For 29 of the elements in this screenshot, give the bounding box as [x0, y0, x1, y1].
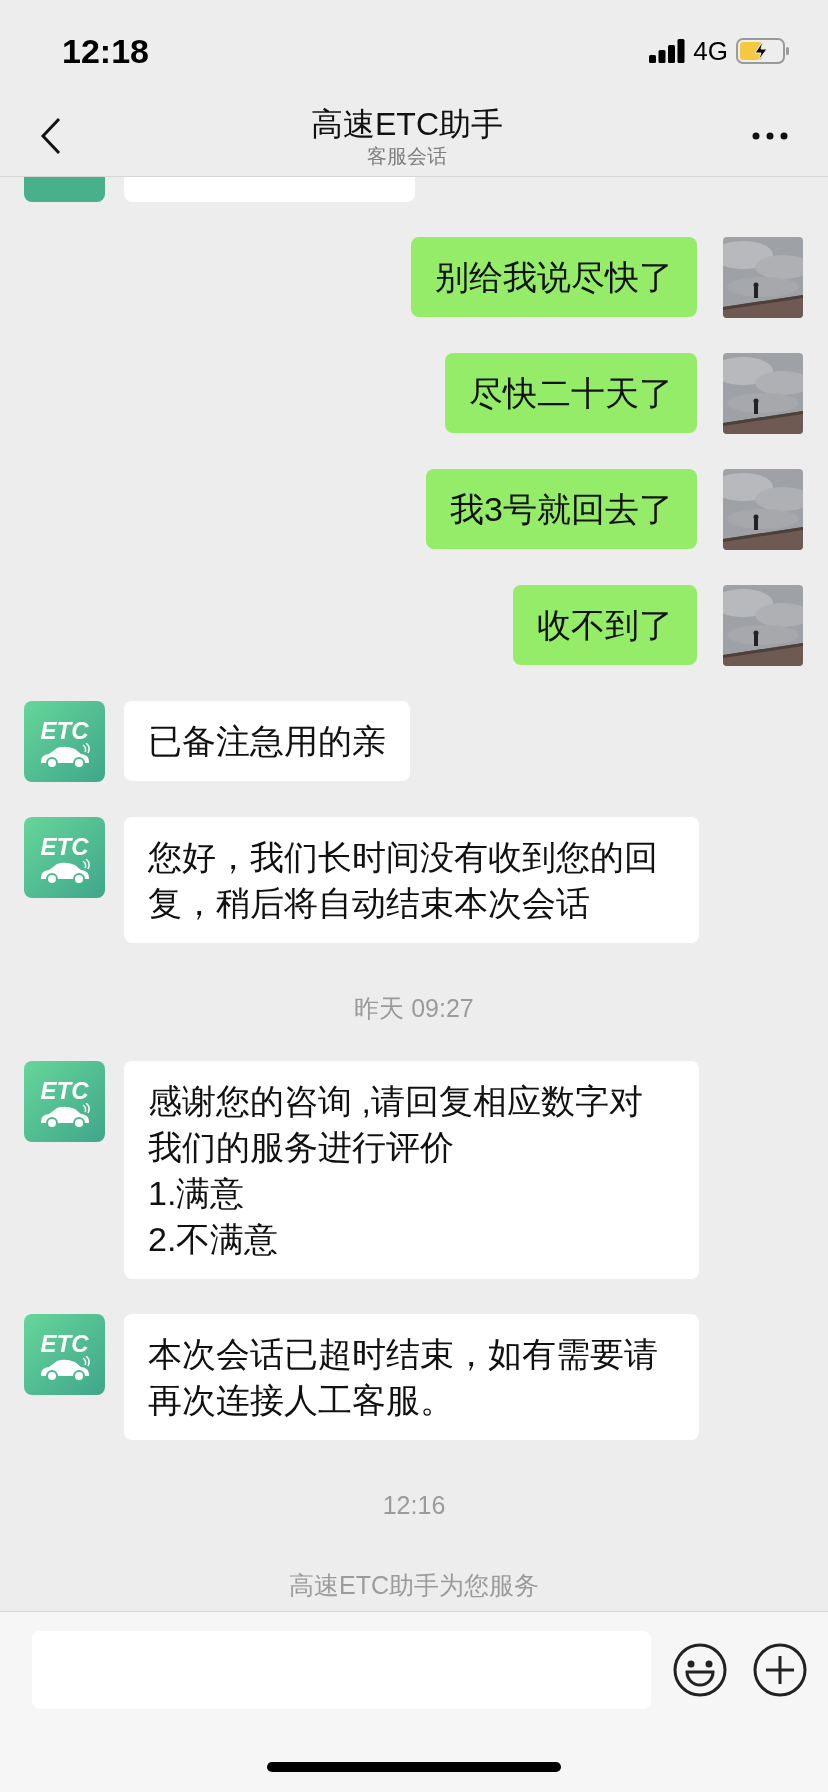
message-bubble: 感谢您的咨询 ,请回复相应数字对我们的服务进行评价 1.满意 2.不满意: [124, 1061, 699, 1279]
emoji-icon[interactable]: [673, 1643, 727, 1697]
message-bubble: 尽快二十天了: [445, 353, 697, 433]
back-icon[interactable]: [40, 117, 62, 155]
avatar-label: ETC: [40, 1078, 89, 1103]
avatar-label: ETC: [40, 1331, 89, 1356]
avatar-label: ETC: [40, 718, 89, 743]
bot-avatar[interactable]: ETC: [24, 701, 105, 782]
chat-subtitle: 客服会话: [367, 144, 447, 168]
battery-icon: [736, 38, 790, 64]
signal-icon: [649, 39, 686, 63]
avatar-label: ETC: [40, 834, 89, 859]
plus-icon[interactable]: [753, 1643, 807, 1697]
bot-avatar[interactable]: ETC: [24, 1314, 105, 1395]
message-bubble: 别给我说尽快了: [411, 237, 697, 317]
timestamp: 昨天 09:27: [354, 993, 474, 1023]
message-bubble: 您好，我们长时间没有收到您的回复，稍后将自动结束本次会话: [124, 817, 699, 943]
message-bubble: 本次会话已超时结束，如有需要请再次连接人工客服。: [124, 1314, 699, 1440]
message-bubble: 已备注急用的亲: [124, 701, 410, 781]
bot-avatar[interactable]: ETC: [24, 1061, 105, 1142]
status-time: 12:18: [62, 30, 149, 72]
chat-title: 高速ETC助手: [311, 105, 503, 144]
message-bubble: 收不到了: [513, 585, 697, 665]
network-label: 4G: [693, 34, 728, 68]
system-notice: 高速ETC助手为您服务: [289, 1570, 539, 1600]
bot-avatar[interactable]: ETC: [24, 817, 105, 898]
more-icon[interactable]: [752, 132, 788, 140]
message-bubble: 我3号就回去了: [426, 469, 697, 549]
timestamp: 12:16: [382, 1490, 446, 1520]
